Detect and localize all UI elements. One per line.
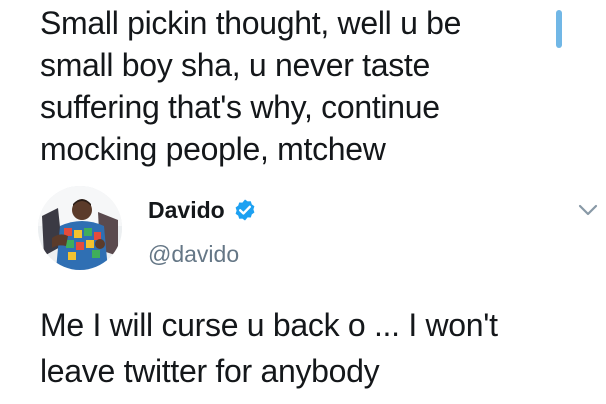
thread-scroll-indicator [556, 10, 562, 48]
chevron-down-icon[interactable] [577, 202, 599, 218]
display-name[interactable]: Davido [148, 196, 225, 224]
author-name-row[interactable]: Davido [148, 196, 257, 224]
avatar-photo-icon [38, 186, 122, 270]
avatar[interactable] [38, 186, 122, 270]
tweet-screen: Small pickin thought, well u be small bo… [0, 0, 606, 404]
previous-tweet-text: Small pickin thought, well u be small bo… [40, 5, 462, 167]
tweet-text: Me I will curse u back o ... I won't lea… [40, 307, 498, 389]
author-handle[interactable]: @davido [148, 240, 239, 268]
verified-badge-icon [233, 198, 257, 222]
